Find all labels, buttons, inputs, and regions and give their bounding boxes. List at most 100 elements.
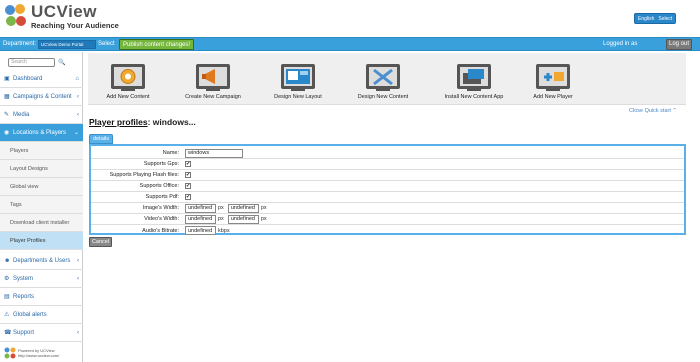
unit-label: px bbox=[218, 205, 224, 211]
header: UCView Reaching Your Audience English Se… bbox=[0, 0, 700, 37]
publish-button[interactable]: Publish content changes! bbox=[119, 39, 195, 50]
sidebar-subitem-player-profiles[interactable]: Player Profiles bbox=[0, 232, 83, 250]
quickstart-design-layout[interactable]: Design New Layout bbox=[263, 53, 333, 105]
office-checkbox[interactable]: ✔ bbox=[185, 183, 191, 189]
sidebar-item-label: Departments & Users bbox=[13, 257, 71, 264]
page-title: Player profiles: windows... bbox=[89, 117, 196, 127]
powered-by-url[interactable]: http://www.ucview.com/ bbox=[18, 353, 59, 358]
quickstart-add-player[interactable]: Add New Player bbox=[518, 53, 588, 105]
pdf-label: Supports Pdf: bbox=[145, 194, 179, 200]
powered-by-text: Powered by UCView http://www.ucview.com/ bbox=[18, 348, 59, 358]
video-width-field[interactable]: undefined bbox=[185, 214, 216, 224]
unit-label: px bbox=[218, 216, 224, 222]
sidebar-subitem-layout-designs[interactable]: Layout Designs bbox=[0, 160, 83, 178]
chevron-up-icon: ⌃ bbox=[672, 108, 678, 114]
sidebar-item-support[interactable]: ☎ Support ‹ bbox=[0, 324, 83, 342]
close-quickstart-link[interactable]: Close Quick start ⌃ bbox=[629, 108, 677, 114]
form-row-image-width: Image's Width: undefined px undefined px bbox=[91, 203, 684, 214]
sidebar-item-system[interactable]: ⚙ System ‹ bbox=[0, 270, 83, 288]
sidebar-subitem-players[interactable]: Players bbox=[0, 142, 83, 160]
sidebar-item-campaigns[interactable]: ▦ Campaigns & Content ‹ bbox=[0, 88, 83, 106]
page-title-rest: : windows... bbox=[147, 117, 196, 127]
logout-button[interactable]: Log out bbox=[666, 39, 692, 50]
sidebar-item-locations[interactable]: ◉ Locations & Players ⌄ bbox=[0, 124, 83, 142]
form-row-gps: Supports Gps: ✔ bbox=[91, 159, 684, 170]
sidebar-item-departments[interactable]: ☻ Departments & Users ‹ bbox=[0, 252, 83, 270]
sidebar-subitem-download-installer[interactable]: Download client installer bbox=[0, 214, 83, 232]
image-width-label: Image's Width: bbox=[142, 205, 179, 211]
language-select-button[interactable]: Select bbox=[658, 16, 672, 22]
audio-bitrate-label: Audio's Bitrate: bbox=[142, 227, 179, 234]
unit-label: px bbox=[260, 205, 267, 211]
unit-label: px bbox=[260, 216, 267, 222]
player-profiles-link[interactable]: Player profiles bbox=[89, 117, 148, 127]
sidebar-item-dashboard[interactable]: ▣ Dashboard ⌂ bbox=[0, 70, 83, 88]
sidebar-item-reports[interactable]: ▤ Reports bbox=[0, 288, 83, 306]
video-height-field[interactable]: undefined bbox=[227, 214, 259, 224]
flash-label: Supports Playing Flash files: bbox=[109, 172, 179, 178]
name-field[interactable]: windows bbox=[185, 148, 243, 158]
cancel-button[interactable]: Cancel bbox=[89, 237, 112, 247]
dashboard-icon: ▣ bbox=[4, 76, 10, 82]
sidebar-item-global-alerts[interactable]: ⚠ Global alerts bbox=[0, 306, 83, 324]
image-height-field[interactable]: undefined bbox=[227, 203, 259, 213]
quickstart-label: Add New Player bbox=[533, 94, 573, 100]
pdf-checkbox[interactable]: ✔ bbox=[185, 194, 191, 200]
powered-logo-icon bbox=[4, 347, 16, 359]
add-player-icon bbox=[536, 64, 570, 89]
language-value[interactable]: English bbox=[638, 16, 654, 22]
image-width-field[interactable]: undefined bbox=[185, 203, 216, 213]
quickstart-label: Create New Campaign bbox=[185, 94, 241, 100]
form-row-audio-bitrate: Audio's Bitrate: undefined kbps bbox=[91, 225, 684, 236]
quickstart-install-app[interactable]: Install New Content App bbox=[433, 53, 515, 105]
quickstart-label: Add New Content bbox=[106, 94, 150, 100]
name-label: Name: bbox=[162, 150, 179, 156]
audio-bitrate-field[interactable]: undefined bbox=[185, 226, 216, 235]
office-label: Supports Office: bbox=[139, 183, 179, 189]
sidebar-item-label: Locations & Players bbox=[13, 129, 67, 136]
app-subtitle: Reaching Your Audience bbox=[31, 21, 119, 30]
quickstart-create-campaign[interactable]: Create New Campaign bbox=[178, 53, 248, 105]
add-content-icon bbox=[111, 64, 145, 89]
tab-details[interactable]: details bbox=[89, 134, 113, 144]
gear-icon: ⚙ bbox=[4, 276, 10, 282]
form-row-flash: Supports Playing Flash files: ✔ bbox=[91, 170, 684, 181]
sidebar-item-label: Support bbox=[13, 329, 35, 336]
form-row-office: Supports Office: ✔ bbox=[91, 181, 684, 192]
quickstart-label: Design New Content bbox=[357, 94, 409, 100]
close-quickstart-label[interactable]: Close Quick start bbox=[629, 108, 671, 114]
bell-icon: ⚠ bbox=[4, 312, 10, 318]
language-selector[interactable]: English Select bbox=[634, 13, 677, 24]
quickstart-add-content[interactable]: Add New Content bbox=[93, 53, 163, 105]
logged-in-text: Logged in as bbox=[603, 41, 638, 47]
quickstart-bar: Add New Content Create New Campaign Desi… bbox=[88, 53, 686, 105]
department-select-button[interactable]: Select bbox=[97, 40, 116, 48]
video-width-label: Video's Width: bbox=[144, 216, 179, 222]
form-row-pdf: Supports Pdf: ✔ bbox=[91, 192, 684, 203]
tools-icon bbox=[366, 64, 400, 89]
sidebar: Search 🔍 ▣ Dashboard ⌂ ▦ Campaigns & Con… bbox=[0, 52, 83, 362]
chevron-left-icon: ‹ bbox=[77, 275, 79, 282]
users-icon: ☻ bbox=[4, 257, 11, 264]
gps-label: Supports Gps: bbox=[143, 161, 179, 167]
calendar-icon: ▦ bbox=[4, 94, 10, 100]
location-icon: ◉ bbox=[4, 130, 10, 136]
search-icon[interactable]: 🔍 bbox=[58, 59, 65, 66]
sidebar-item-media[interactable]: ✎ Media ‹ bbox=[0, 106, 83, 124]
layout-icon bbox=[281, 64, 315, 89]
support-icon: ☎ bbox=[4, 330, 12, 336]
reports-icon: ▤ bbox=[4, 294, 10, 300]
form-row-name: Name: windows bbox=[91, 148, 684, 159]
search-input[interactable]: Search bbox=[8, 58, 55, 67]
flash-checkbox[interactable]: ✔ bbox=[185, 172, 191, 178]
quickstart-design-content[interactable]: Design New Content bbox=[348, 53, 418, 105]
department-dropdown[interactable]: UCView Demo Portal bbox=[38, 40, 96, 49]
sidebar-subitem-global-view[interactable]: Global view bbox=[0, 178, 83, 196]
department-label: Department: bbox=[3, 41, 37, 47]
ucview-logo bbox=[5, 4, 26, 26]
sidebar-item-label: Reports bbox=[13, 293, 35, 300]
quickstart-label: Design New Layout bbox=[274, 94, 322, 100]
sidebar-item-label: Campaigns & Content bbox=[13, 93, 72, 100]
sidebar-subitem-tags[interactable]: Tags bbox=[0, 196, 83, 214]
gps-checkbox[interactable]: ✔ bbox=[185, 161, 191, 167]
